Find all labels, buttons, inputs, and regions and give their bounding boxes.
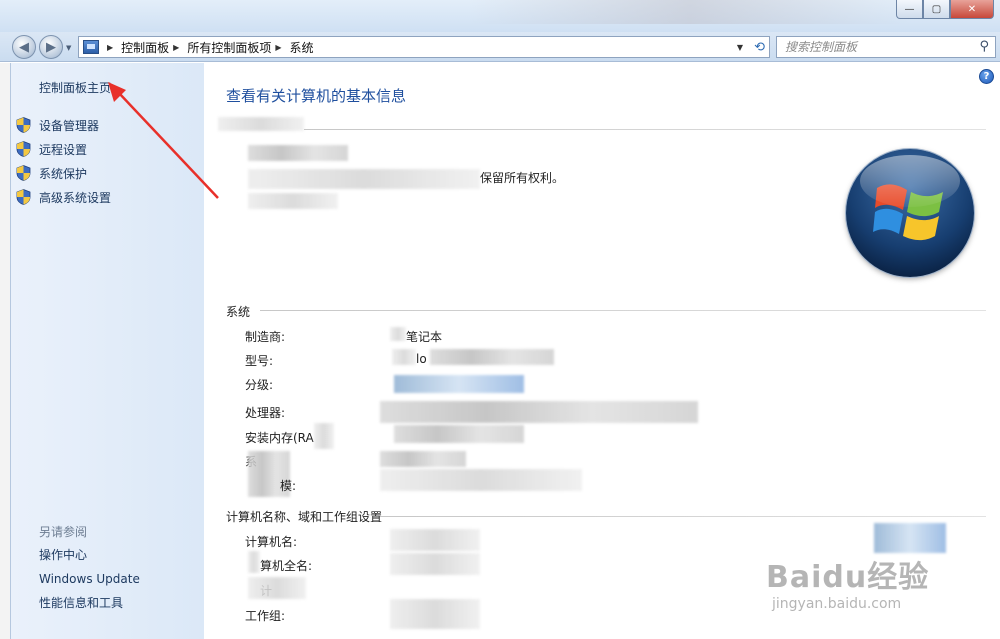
back-arrow-icon: ◀ <box>19 39 29 55</box>
rights-text: 保留所有权利。 <box>480 171 565 185</box>
sidebar-home-link[interactable]: 控制面板主页 <box>39 79 111 96</box>
maximize-button[interactable]: ▢ <box>923 0 950 19</box>
title-bar: — ▢ ✕ <box>0 0 1000 32</box>
system-section-heading: 系统 <box>226 305 251 319</box>
redacted-description-label <box>248 577 306 599</box>
memory-label: 安装内存(RA <box>245 431 314 445</box>
sidebar-item-label: 系统保护 <box>39 166 88 181</box>
uac-shield-icon <box>16 117 31 133</box>
back-button[interactable]: ◀ <box>12 35 36 59</box>
redacted-copyright <box>248 169 480 189</box>
background-window-blur <box>470 0 910 24</box>
watermark-url: jingyan.baidu.com <box>772 596 902 612</box>
control-panel-icon <box>83 40 99 54</box>
breadcrumb-separator-icon[interactable]: ▶ <box>107 43 113 52</box>
processor-label: 处理器: <box>245 406 286 420</box>
redacted-system-type <box>380 451 466 467</box>
workgroup-label: 工作组: <box>245 609 286 623</box>
forward-button[interactable]: ▶ <box>39 35 63 59</box>
navigation-bar: ◀ ▶ ▼ ▶ 控制面板 ▶ 所有控制面板项 ▶ 系统 ▼ ⟲ ⚲ <box>0 32 1000 62</box>
breadcrumb-system[interactable]: 系统 <box>290 39 314 56</box>
sidebar-item-device-manager[interactable]: 设备管理器 <box>16 113 111 137</box>
see-also-links: 操作中心 Windows Update 性能信息和工具 <box>39 546 140 618</box>
help-icon[interactable]: ? <box>979 69 994 84</box>
sidebar-item-label: 高级系统设置 <box>39 190 112 205</box>
breadcrumb-all-items[interactable]: 所有控制面板项 <box>187 39 271 56</box>
redacted-processor <box>380 401 698 423</box>
redacted-edition-name <box>248 145 348 161</box>
uac-shield-icon <box>16 141 31 157</box>
windows-logo-icon <box>846 149 974 277</box>
redacted-model-prefix <box>392 349 416 365</box>
sidebar-item-remote-settings[interactable]: 远程设置 <box>16 137 111 161</box>
recent-pages-dropdown[interactable]: ▼ <box>66 44 71 52</box>
page-title: 查看有关计算机的基本信息 <box>226 87 407 105</box>
address-bar[interactable]: ▶ 控制面板 ▶ 所有控制面板项 ▶ 系统 ▼ ⟲ <box>78 36 770 58</box>
sidebar-item-label: 设备管理器 <box>39 118 100 133</box>
forward-arrow-icon: ▶ <box>46 39 56 55</box>
redacted-change-settings-link[interactable] <box>874 523 946 553</box>
rating-label: 分级: <box>245 378 274 392</box>
window-left-edge <box>0 63 10 639</box>
close-button[interactable]: ✕ <box>950 0 994 19</box>
pen-touch-label: 模: <box>280 479 297 493</box>
uac-shield-icon <box>16 189 31 205</box>
section-divider <box>304 129 986 130</box>
sidebar: 控制面板主页 设备管理器 远程设置 系统保护 高级系统设置 另请参阅 操作中心 … <box>10 63 204 639</box>
manufacturer-label: 制造商: <box>245 330 286 344</box>
redacted-service-pack <box>248 193 338 209</box>
see-also-heading: 另请参阅 <box>39 525 88 539</box>
redacted-computer-name <box>390 529 480 551</box>
redacted-pen-touch <box>380 469 582 491</box>
model-label: 型号: <box>245 354 274 368</box>
redacted-memory <box>394 425 524 443</box>
caption-buttons: — ▢ ✕ <box>896 0 994 19</box>
uac-shield-icon <box>16 165 31 181</box>
computer-name-section-heading: 计算机名称、域和工作组设置 <box>226 510 383 524</box>
sidebar-task-list: 设备管理器 远程设置 系统保护 高级系统设置 <box>16 113 111 209</box>
breadcrumb-separator-icon[interactable]: ▶ <box>173 43 179 52</box>
full-name-label: 算机全名: <box>260 559 313 573</box>
redacted-rating-link[interactable] <box>394 375 524 393</box>
watermark-brand: Baidu经验 <box>766 560 930 595</box>
search-box[interactable]: ⚲ <box>776 36 996 58</box>
redacted-full-name-label-start <box>248 551 260 573</box>
search-icon[interactable]: ⚲ <box>979 39 989 54</box>
link-windows-update[interactable]: Windows Update <box>39 570 140 594</box>
address-dropdown-icon[interactable]: ▼ <box>737 43 743 52</box>
sidebar-item-label: 远程设置 <box>39 142 88 157</box>
redacted-full-name <box>390 553 480 575</box>
redacted-manufacturer <box>390 327 406 341</box>
redacted-edition-heading <box>218 117 304 131</box>
section-divider <box>260 310 986 311</box>
model-value: lo <box>416 352 427 366</box>
redacted-model <box>430 349 554 365</box>
refresh-icon[interactable]: ⟲ <box>754 40 765 55</box>
baidu-watermark: Baidu经验 jingyan.baidu.com <box>766 552 929 612</box>
section-divider <box>380 516 986 517</box>
search-input[interactable] <box>785 40 965 54</box>
link-performance-tools[interactable]: 性能信息和工具 <box>39 594 140 618</box>
sidebar-item-advanced-settings[interactable]: 高级系统设置 <box>16 185 111 209</box>
manufacturer-value: 笔记本 <box>406 330 443 344</box>
computer-name-label: 计算机名: <box>245 535 298 549</box>
redacted-memory-label-end <box>314 423 334 449</box>
redacted-workgroup <box>390 599 480 629</box>
breadcrumb-control-panel[interactable]: 控制面板 <box>121 39 169 56</box>
minimize-button[interactable]: — <box>896 0 923 19</box>
breadcrumb-separator-icon[interactable]: ▶ <box>275 43 281 52</box>
link-action-center[interactable]: 操作中心 <box>39 546 140 570</box>
sidebar-item-system-protection[interactable]: 系统保护 <box>16 161 111 185</box>
